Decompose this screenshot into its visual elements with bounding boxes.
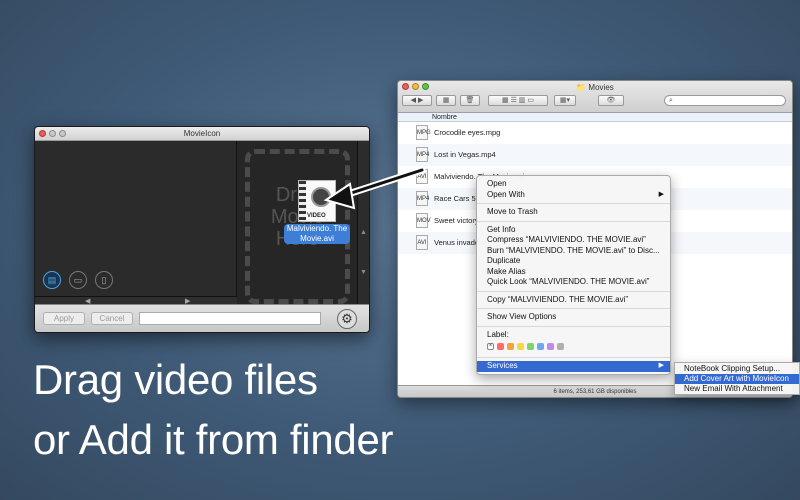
label-color-picker: × (477, 343, 670, 350)
menu-item-services[interactable]: Services ▶ (477, 361, 670, 372)
file-name: Crocodile eyes.mpg (434, 128, 501, 137)
menu-separator (477, 203, 670, 204)
menu-item-label: Services (487, 361, 518, 370)
zoom-button[interactable] (59, 130, 66, 137)
path-button[interactable]: ▦ (436, 95, 456, 106)
caption-line-1: Drag video files (33, 356, 318, 403)
menu-item-burn[interactable]: Burn “MALVIVIENDO. THE MOVIE.avi” to Dis… (477, 246, 670, 257)
context-menu: Open Open With ▶ Move to Trash Get Info C… (476, 175, 671, 375)
film-mode-button[interactable]: ▤ (43, 271, 61, 289)
dragged-file-label-line2: Movie.avi (300, 234, 334, 243)
quick-look-button[interactable]: 👁 (598, 95, 624, 106)
menu-separator (477, 308, 670, 309)
window-title: MovieIcon (183, 129, 221, 138)
finder-titlebar: 📁 Movies ◀ ▶ ▦ 🗑 ▦ ☰ ▥ ▭ ▦▾ 👁 ⌕ (398, 81, 792, 113)
file-name: Sweet victory (434, 216, 479, 225)
file-row[interactable]: MP4 Lost in Vegas.mp4 (398, 144, 792, 166)
movie-list-pane[interactable]: ▤ ▭ ▯ (35, 141, 237, 296)
trash-button[interactable]: 🗑 (460, 95, 480, 106)
file-icon: AVI (416, 235, 428, 250)
menu-item-notebook-clipping[interactable]: NoteBook Clipping Setup... (675, 364, 799, 374)
column-header-name[interactable]: Nombre (398, 113, 792, 122)
menu-item-new-email[interactable]: New Email With Attachment (675, 384, 799, 394)
menu-item-add-cover-art[interactable]: Add Cover Art with MovieIcon (675, 374, 799, 384)
minimize-button[interactable] (49, 130, 56, 137)
label-red[interactable] (497, 343, 504, 350)
menu-item-open[interactable]: Open (477, 179, 670, 190)
menu-item-compress[interactable]: Compress “MALVIVIENDO. THE MOVIE.avi” (477, 235, 670, 246)
menu-item-show-view-options[interactable]: Show View Options (477, 312, 670, 323)
label-yellow[interactable] (517, 343, 524, 350)
menu-item-get-info[interactable]: Get Info (477, 225, 670, 236)
submenu-arrow-icon: ▶ (658, 362, 664, 369)
submenu-arrow-icon: ▶ (658, 190, 664, 198)
file-name: Lost in Vegas.mp4 (434, 150, 496, 159)
label-orange[interactable] (507, 343, 514, 350)
menu-item-make-alias[interactable]: Make Alias (477, 267, 670, 278)
gear-icon[interactable]: ⚙ (337, 309, 357, 329)
mobile-mode-button[interactable]: ▯ (95, 271, 113, 289)
menu-separator (477, 220, 670, 222)
cancel-button[interactable]: Cancel (91, 312, 133, 325)
menu-item-open-with[interactable]: Open With ▶ (477, 190, 670, 201)
services-submenu: NoteBook Clipping Setup... Add Cover Art… (674, 362, 800, 395)
back-forward-buttons[interactable]: ◀ ▶ (402, 95, 432, 106)
apply-button[interactable]: Apply (43, 312, 85, 325)
view-mode-buttons[interactable]: ▦ ☰ ▥ ▭ (488, 95, 548, 106)
search-icon: ⌕ (669, 97, 673, 104)
arrange-button[interactable]: ▦▾ (554, 95, 576, 106)
menu-item-duplicate[interactable]: Duplicate (477, 256, 670, 267)
label-blue[interactable] (537, 343, 544, 350)
file-row[interactable]: MPG Crocodile eyes.mpg (398, 122, 792, 144)
label-green[interactable] (527, 343, 534, 350)
menu-item-label: Open With (487, 189, 525, 199)
menu-item-quick-look[interactable]: Quick Look “MALVIVIENDO. THE MOVIE.avi” (477, 277, 670, 288)
close-button[interactable] (39, 130, 46, 137)
label-gray[interactable] (557, 343, 564, 350)
finder-title-text: Movies (588, 83, 614, 92)
scroll-down-arrow-icon[interactable]: ▼ (360, 269, 367, 276)
finder-title: 📁 Movies (398, 83, 792, 92)
label-none-icon[interactable]: × (487, 343, 494, 350)
menu-item-move-to-trash[interactable]: Move to Trash (477, 207, 670, 218)
scroll-up-arrow-icon[interactable]: ▲ (360, 229, 367, 236)
menu-item-copy[interactable]: Copy “MALVIVIENDO. THE MOVIE.avi” (477, 295, 670, 306)
tv-mode-button[interactable]: ▭ (69, 271, 87, 289)
bottom-toolbar: Apply Cancel ⚙ (35, 304, 369, 332)
path-field[interactable] (139, 312, 321, 325)
caption-line-2: or Add it from finder (33, 416, 394, 463)
menu-separator (477, 325, 670, 327)
file-icon: MPG (416, 125, 431, 140)
folder-icon: 📁 (576, 83, 587, 92)
menu-label-heading: Label: (487, 329, 509, 339)
drag-arrow-icon (323, 166, 426, 210)
menu-separator (477, 290, 670, 292)
dragged-file-label: Malviviendo. The Movie.avi (283, 224, 351, 244)
label-purple[interactable] (547, 343, 554, 350)
movieicon-titlebar: MovieIcon (35, 127, 369, 141)
menu-separator (477, 357, 670, 358)
search-field[interactable]: ⌕ (664, 95, 786, 106)
dragged-file-label-line1: Malviviendo. The (286, 224, 348, 233)
